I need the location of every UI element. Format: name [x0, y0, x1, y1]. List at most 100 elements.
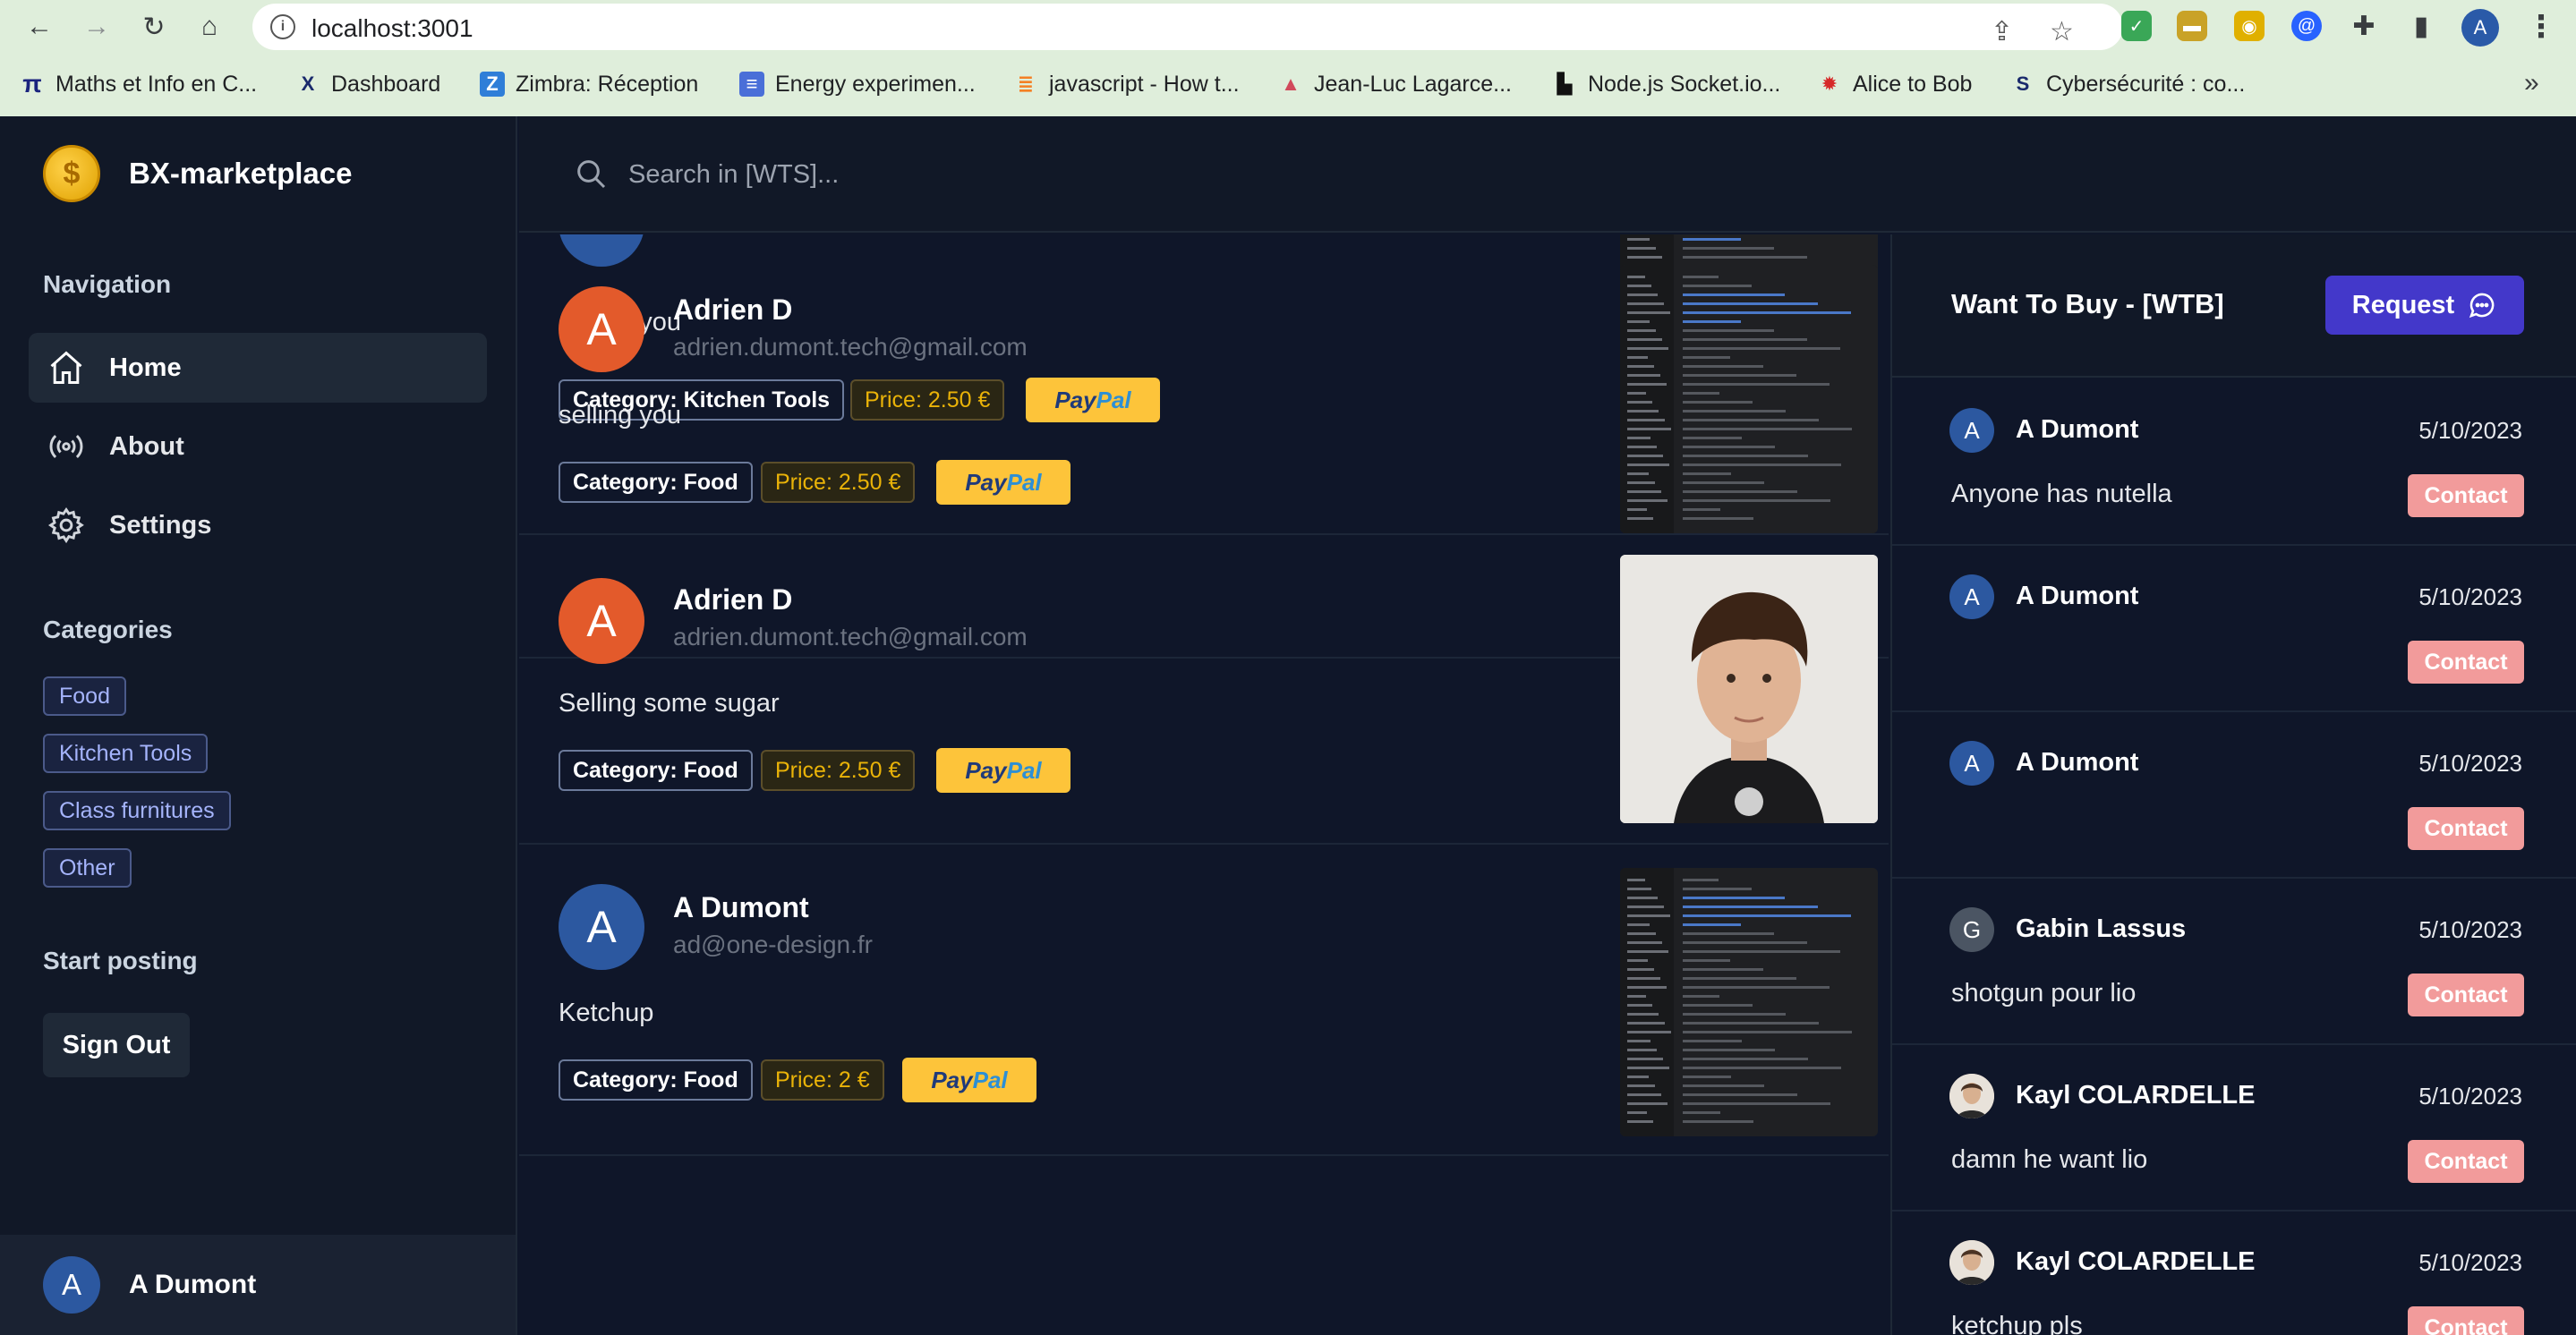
code-line: [1683, 1111, 1720, 1114]
avatar: A: [43, 1256, 100, 1314]
share-icon[interactable]: ⇪: [1991, 16, 2013, 47]
post-card[interactable]: A A Dumont ad@one-design.fr Ketchup Cate…: [519, 845, 1889, 1156]
bookmark-item[interactable]: Z Zimbra: Réception: [480, 68, 698, 100]
code-line: [1683, 455, 1808, 457]
file-tree-line: [1627, 401, 1652, 404]
category-kitchen-tools[interactable]: Kitchen Tools: [43, 734, 209, 773]
file-tree-line: [1627, 941, 1662, 944]
wtb-text: ketchup pls: [1951, 1312, 2083, 1335]
code-line: [1683, 437, 1742, 439]
portrait-photo: [1620, 555, 1878, 823]
code-line: [1683, 472, 1731, 475]
paypal-button[interactable]: Pay Pal: [936, 460, 1070, 505]
extension-icon[interactable]: ◉: [2234, 11, 2265, 41]
request-button[interactable]: Request: [2325, 276, 2524, 335]
stackoverflow-icon: ≣: [1017, 72, 1035, 95]
reload-icon[interactable]: ↻: [136, 9, 172, 45]
code-line: [1683, 446, 1775, 448]
wtb-date: 5/10/2023: [2418, 916, 2522, 943]
code-line: [1683, 311, 1851, 314]
file-tree-line: [1627, 1084, 1655, 1087]
file-tree-line: [1627, 1058, 1663, 1060]
current-user[interactable]: A A Dumont: [0, 1235, 516, 1335]
file-tree-line: [1627, 428, 1671, 430]
wtb-item[interactable]: Kayl COLARDELLE 5/10/2023 damn he want l…: [1892, 1045, 2576, 1212]
category-class-furnitures[interactable]: Class furnitures: [43, 791, 231, 830]
bookmark-item[interactable]: S Cybersécurité : co...: [2010, 68, 2246, 100]
post-image[interactable]: [1620, 868, 1878, 1136]
extension-icon[interactable]: ▬: [2177, 11, 2207, 41]
code-line: [1683, 276, 1719, 278]
home-browser-icon[interactable]: ⌂: [192, 9, 227, 45]
brand[interactable]: $ BX-marketplace: [43, 145, 352, 202]
wtb-item[interactable]: A A Dumont 5/10/2023 Contact: [1892, 712, 2576, 879]
search-input[interactable]: [628, 157, 1702, 192]
address-bar[interactable]: i localhost:3001 ⇪ ☆: [252, 4, 2123, 50]
paypal-button[interactable]: Pay Pal: [936, 748, 1070, 793]
bookmark-item[interactable]: ✹ Alice to Bob: [1817, 68, 1973, 100]
file-tree-line: [1627, 311, 1670, 314]
category-food[interactable]: Food: [43, 676, 126, 716]
wtb-item[interactable]: A A Dumont 5/10/2023 Contact: [1892, 546, 2576, 712]
post-card[interactable]: A Adrien D adrien.dumont.tech@gmail.com …: [519, 535, 1889, 845]
profile-avatar[interactable]: A: [2461, 9, 2499, 47]
sign-out-button[interactable]: Sign Out: [43, 1013, 190, 1077]
file-tree-line: [1627, 1067, 1669, 1069]
wtb-item[interactable]: G Gabin Lassus 5/10/2023 shotgun pour li…: [1892, 879, 2576, 1045]
contact-button[interactable]: Contact: [2408, 641, 2524, 684]
file-tree-line: [1627, 914, 1670, 917]
bookmark-item[interactable]: ≣ javascript - How t...: [1013, 68, 1240, 100]
shield-extension-icon[interactable]: ✓: [2121, 11, 2152, 41]
file-tree-line: [1627, 1093, 1661, 1096]
code-line: [1683, 932, 1774, 935]
nav-item-home[interactable]: Home: [29, 333, 487, 403]
paypal-button[interactable]: Pay Pal: [902, 1058, 1036, 1102]
file-tree-line: [1627, 1111, 1647, 1114]
category-other[interactable]: Other: [43, 848, 132, 888]
wtb-item[interactable]: Kayl COLARDELLE 5/10/2023 ketchup pls Co…: [1892, 1212, 2576, 1335]
triangle-icon: ▲: [1281, 72, 1301, 95]
user-name: A Dumont: [129, 1270, 257, 1299]
file-tree-line: [1627, 437, 1651, 439]
puzzle-extensions-icon[interactable]: ✚: [2349, 11, 2379, 41]
back-icon[interactable]: ←: [21, 9, 57, 45]
category-tag: Category: Food: [559, 1059, 753, 1101]
cyber-icon: S: [2016, 72, 2030, 95]
wtb-item[interactable]: A A Dumont 5/10/2023 Anyone has nutella …: [1892, 379, 2576, 546]
file-tree-line: [1627, 1022, 1665, 1025]
post-card[interactable]: A Adrien D adrien.dumont.tech@gmail.com …: [519, 234, 1889, 535]
bookmarks-overflow-icon[interactable]: »: [2524, 68, 2539, 98]
file-tree-line: [1627, 923, 1650, 926]
bookmark-star-icon[interactable]: ☆: [2050, 16, 2074, 47]
post-image[interactable]: [1620, 555, 1878, 823]
contact-button[interactable]: Contact: [2408, 1306, 2524, 1335]
browser-menu-icon[interactable]: ⋮: [2526, 9, 2556, 45]
file-tree-line: [1627, 463, 1669, 466]
site-info-icon[interactable]: i: [270, 14, 295, 39]
bookmark-item[interactable]: ▲ Jean-Luc Lagarce...: [1278, 68, 1512, 100]
bookmark-item[interactable]: ≡ Energy experimen...: [739, 68, 976, 100]
file-tree-line: [1627, 383, 1667, 386]
nav-item-about[interactable]: About: [29, 412, 487, 481]
forward-icon[interactable]: →: [79, 9, 115, 45]
bookmark-item[interactable]: ▙ Node.js Socket.io...: [1552, 68, 1781, 100]
contact-button[interactable]: Contact: [2408, 807, 2524, 850]
contact-button[interactable]: Contact: [2408, 474, 2524, 517]
contact-button[interactable]: Contact: [2408, 1140, 2524, 1183]
nav-item-settings[interactable]: Settings: [29, 490, 487, 560]
file-tree-line: [1627, 329, 1656, 332]
extension-icon[interactable]: @: [2291, 11, 2322, 41]
bookmark-item[interactable]: X Dashboard: [295, 68, 441, 100]
file-tree-line: [1627, 959, 1648, 962]
contact-button[interactable]: Contact: [2408, 974, 2524, 1016]
file-tree-line: [1627, 950, 1668, 953]
code-line: [1683, 959, 1730, 962]
wtb-author: A Dumont: [2016, 748, 2139, 777]
file-tree-line: [1627, 356, 1648, 359]
file-tree-line: [1627, 888, 1651, 890]
code-line: [1683, 888, 1752, 890]
url-text[interactable]: localhost:3001: [311, 14, 473, 43]
post-image[interactable]: [1620, 265, 1878, 533]
sidepanel-icon[interactable]: ▮: [2406, 11, 2436, 41]
bookmark-item[interactable]: π Maths et Info en C...: [20, 68, 257, 100]
